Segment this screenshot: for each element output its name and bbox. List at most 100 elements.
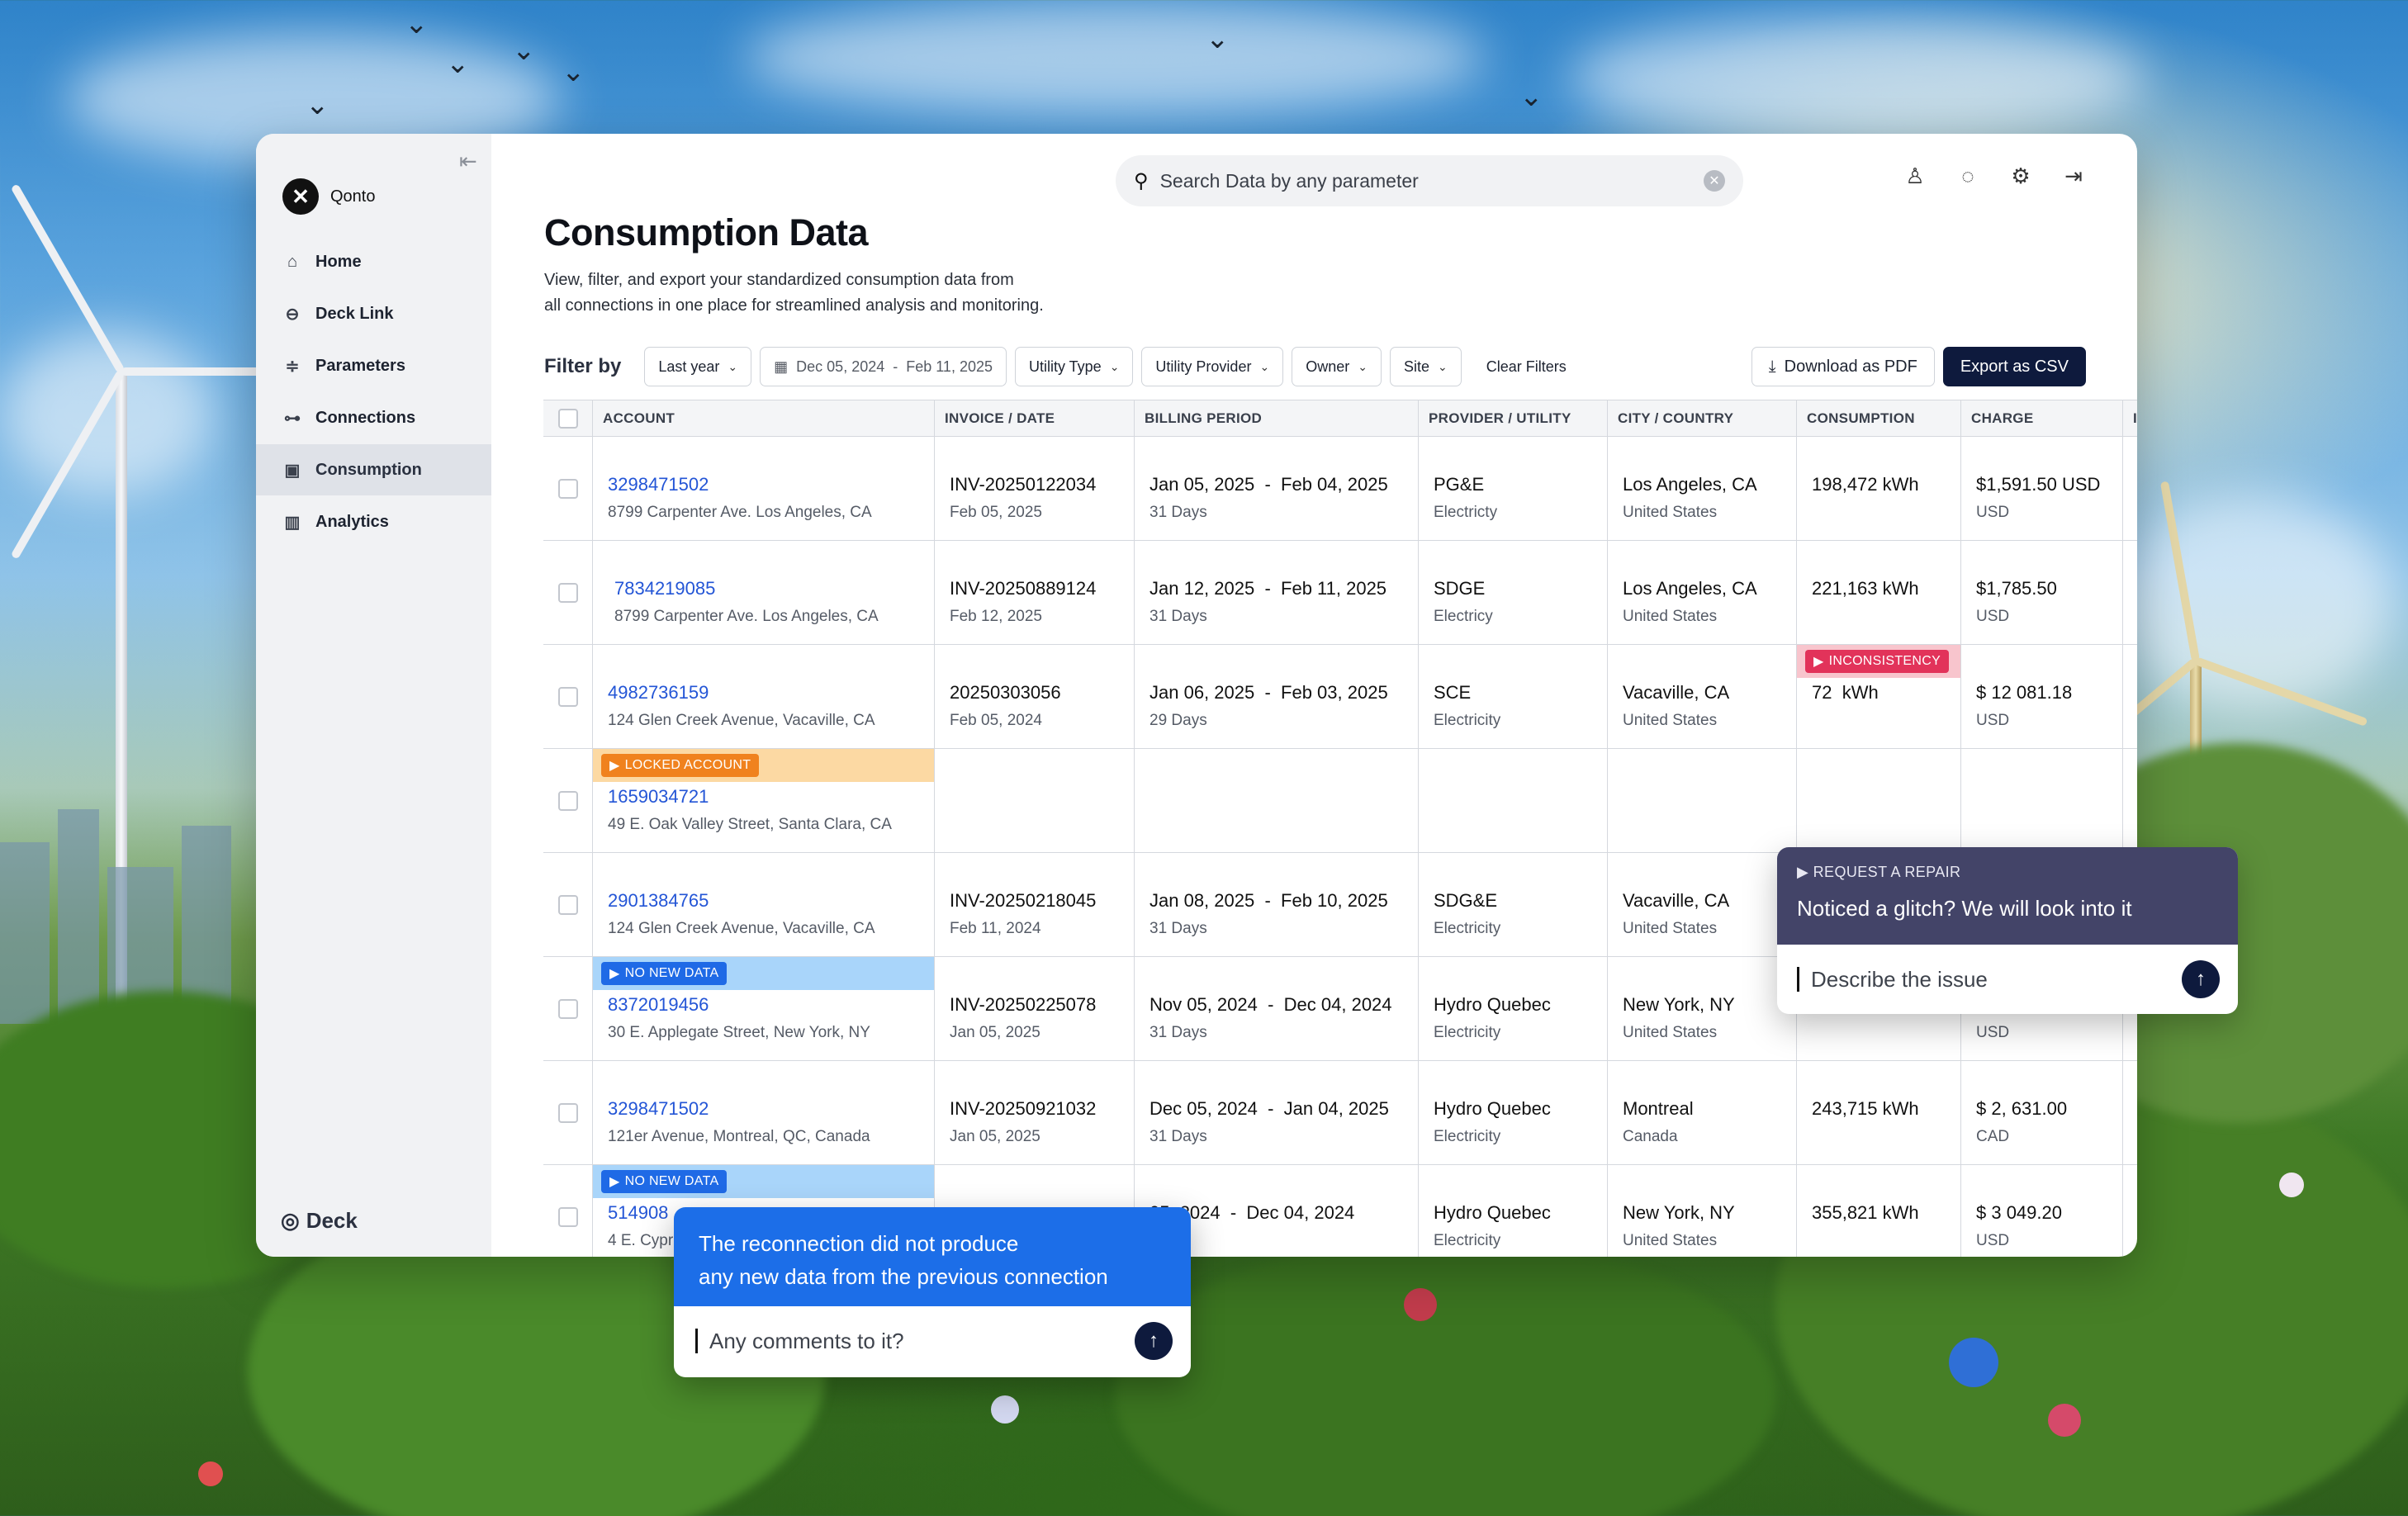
row-checkbox[interactable] <box>557 582 578 603</box>
describe-issue-input[interactable] <box>1811 966 2170 993</box>
account-link[interactable]: 8372019456 <box>608 993 934 1016</box>
search-bar: ⚲ ✕ <box>1116 155 1743 206</box>
bird-icon: ⌄ <box>306 89 329 121</box>
sidebar-item-label: Consumption <box>315 460 422 479</box>
account-address: 8799 Carpenter Ave. Los Angeles, CA <box>614 608 879 625</box>
provider-cell: SDGE Electricy <box>1419 541 1608 644</box>
bird-icon: ⌄ <box>1206 23 1230 54</box>
locked-account-badge[interactable]: ▶ LOCKED ACCOUNT <box>593 749 934 782</box>
row-checkbox[interactable] <box>557 1102 578 1123</box>
bell-icon[interactable]: ◌ <box>1955 163 1980 189</box>
table-row[interactable]: 3298471502 121er Avenue, Montreal, QC, C… <box>543 1061 2137 1165</box>
column-header[interactable]: PROVIDER / UTILITY <box>1419 400 1608 436</box>
cloud <box>743 0 1486 116</box>
sidebar-item-parameters[interactable]: ≑ Parameters <box>256 340 491 391</box>
site-dropdown[interactable]: Site ⌄ <box>1389 347 1462 386</box>
repair-composer: ↑ <box>1777 945 2238 1014</box>
export-csv-button[interactable]: Export as CSV <box>1942 347 2086 386</box>
utility-provider-dropdown[interactable]: Utility Provider ⌄ <box>1141 347 1284 386</box>
gear-icon[interactable]: ⚙ <box>2008 163 2033 189</box>
logout-icon[interactable]: ⇥ <box>2061 163 2086 189</box>
sidebar-item-deck-link[interactable]: ⊖ Deck Link <box>256 288 491 339</box>
table-row[interactable]: 3298471502 8799 Carpenter Ave. Los Angel… <box>543 437 2137 541</box>
sidebar-item-consumption[interactable]: ▣ Consumption <box>256 444 491 495</box>
send-arrow-icon[interactable]: ↑ <box>1135 1322 1173 1360</box>
row-checkbox[interactable] <box>557 478 578 499</box>
account-cell: 3298471502 121er Avenue, Montreal, QC, C… <box>593 1061 935 1164</box>
collapse-sidebar-icon[interactable]: ⇤ <box>459 149 477 174</box>
chevron-down-icon: ⌄ <box>728 359 738 373</box>
request-repair-popover: ▶ REQUEST A REPAIR Noticed a glitch? We … <box>1777 847 2238 1014</box>
account-link[interactable]: 7834219085 <box>614 577 934 600</box>
sidebar-item-connections[interactable]: ⊶ Connections <box>256 392 491 443</box>
account-link[interactable]: 4982736159 <box>608 681 934 704</box>
date-range-picker[interactable]: ▦ Dec 05, 2024 - Feb 11, 2025 <box>760 347 1007 386</box>
account-link[interactable]: 3298471502 <box>608 1097 934 1120</box>
city-cell: Los Angeles, CA United States <box>1608 541 1797 644</box>
account-address: 30 E. Applegate Street, New York, NY <box>608 1024 870 1041</box>
select-all-checkbox[interactable] <box>557 408 578 429</box>
account-link[interactable]: 1659034721 <box>608 785 934 808</box>
row-checkbox[interactable] <box>557 1206 578 1227</box>
account-cell: 7834219085 8799 Carpenter Ave. Los Angel… <box>593 541 935 644</box>
column-header[interactable]: CONSUMPTION <box>1797 400 1961 436</box>
column-header[interactable]: CHARGE <box>1961 400 2123 436</box>
text-caret <box>695 1329 698 1353</box>
owner-dropdown[interactable]: Owner ⌄ <box>1292 347 1382 386</box>
flower <box>2279 1173 2304 1197</box>
account-address: 121er Avenue, Montreal, QC, Canada <box>608 1128 870 1145</box>
table-row[interactable]: 4982736159 124 Glen Creek Avenue, Vacavi… <box>543 645 2137 749</box>
consumption-cell: 198,472 kWh <box>1797 437 1961 540</box>
bird-icon: ⌄ <box>512 35 536 66</box>
calendar-icon: ▦ <box>774 358 789 375</box>
page-title: Consumption Data <box>544 211 869 253</box>
clear-search-icon[interactable]: ✕ <box>1704 170 1725 192</box>
select-all-cell <box>543 400 593 436</box>
account-cell: ▶ NO NEW DATA 8372019456 30 E. Applegate … <box>593 957 935 1060</box>
brand-name: Deck <box>306 1208 358 1233</box>
chevron-down-icon: ⌄ <box>1109 359 1120 373</box>
download-pdf-button[interactable]: ⤓ Download as PDF <box>1751 347 1935 386</box>
column-header[interactable]: BILLING PERIOD <box>1135 400 1419 436</box>
account-link[interactable]: 3298471502 <box>608 473 934 496</box>
city-cell: Vacaville, CA United States <box>1608 645 1797 748</box>
inconsistency-badge[interactable]: ▶ INCONSISTENCY <box>1797 645 1960 678</box>
sidebar-item-label: Home <box>315 252 362 271</box>
org-logo-icon: ✕ <box>282 178 319 215</box>
no-new-data-badge[interactable]: ▶ NO NEW DATA <box>593 1165 934 1198</box>
row-checkbox[interactable] <box>557 894 578 915</box>
column-header[interactable]: IN <box>2123 400 2137 436</box>
period-dropdown[interactable]: Last year ⌄ <box>644 347 752 386</box>
sidebar-item-analytics[interactable]: ▥ Analytics <box>256 496 491 547</box>
search-input[interactable] <box>1159 169 1692 192</box>
sidebar-item-label: Deck Link <box>315 304 394 323</box>
comment-input[interactable] <box>709 1328 1123 1354</box>
charge-cell: $1,785.50 USD <box>1961 541 2123 644</box>
no-new-data-badge[interactable]: ▶ NO NEW DATA <box>593 957 934 990</box>
provider-cell: Hydro Quebec Electricity <box>1419 1165 1608 1257</box>
row-checkbox[interactable] <box>557 686 578 707</box>
row-checkbox[interactable] <box>557 790 578 811</box>
download-icon: ⤓ <box>1768 357 1776 376</box>
send-arrow-icon[interactable]: ↑ <box>2182 960 2220 998</box>
org-name: Qonto <box>330 187 376 206</box>
sidebar-item-home[interactable]: ⌂ Home <box>256 236 491 287</box>
consumption-table: ACCOUNT INVOICE / DATE BILLING PERIOD PR… <box>543 400 2137 1257</box>
column-header[interactable]: INVOICE / DATE <box>935 400 1135 436</box>
table-row[interactable]: ▶ LOCKED ACCOUNT 1659034721 49 E. Oak Val… <box>543 749 2137 853</box>
charge-cell: $ 3 049.20 USD <box>1961 1165 2123 1257</box>
organization-switcher[interactable]: ✕ Qonto <box>282 178 375 215</box>
chevron-down-icon: ⌄ <box>1358 359 1368 373</box>
flower <box>1404 1288 1437 1321</box>
utility-type-dropdown[interactable]: Utility Type ⌄ <box>1014 347 1134 386</box>
connections-icon: ⊶ <box>284 409 301 428</box>
user-icon[interactable]: ♙ <box>1903 163 1927 189</box>
table-row[interactable]: 7834219085 8799 Carpenter Ave. Los Angel… <box>543 541 2137 645</box>
clear-filters-button[interactable]: Clear Filters <box>1469 347 1583 386</box>
column-header[interactable]: ACCOUNT <box>593 400 935 436</box>
consumption-cell: 355,821 kWh <box>1797 1165 1961 1257</box>
sidebar-nav: ⌂ Home ⊖ Deck Link ≑ Parameters ⊶ Connec… <box>256 236 491 548</box>
account-link[interactable]: 2901384765 <box>608 889 934 912</box>
row-checkbox[interactable] <box>557 998 578 1019</box>
column-header[interactable]: CITY / COUNTRY <box>1608 400 1797 436</box>
